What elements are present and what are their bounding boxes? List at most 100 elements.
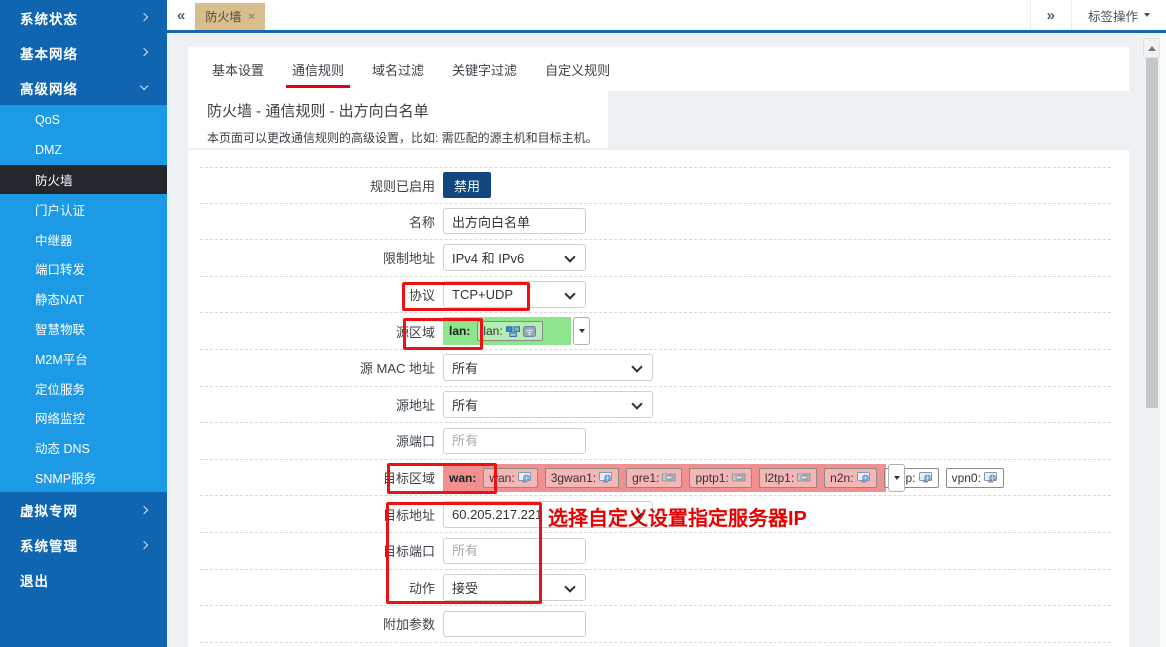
sidebar-item-qos[interactable]: QoS bbox=[0, 105, 167, 135]
dest-zone-dropdown-button[interactable] bbox=[888, 464, 905, 492]
source-address-select[interactable]: 所有 bbox=[443, 391, 653, 418]
close-tab-icon[interactable]: × bbox=[248, 11, 254, 23]
content-area: 基本设置通信规则域名过滤关键字过滤自定义规则 防火墙 - 通信规则 - 出方向白… bbox=[167, 33, 1166, 647]
open-tab-firewall[interactable]: 防火墙 × bbox=[195, 3, 264, 30]
tab-关键字过滤[interactable]: 关键字过滤 bbox=[452, 47, 517, 91]
sidebar-item-label: 中继器 bbox=[35, 230, 73, 249]
zone-tag-label: n2n: bbox=[830, 471, 853, 485]
scrollbar-thumb[interactable] bbox=[1146, 58, 1158, 408]
sidebar-item-m2m平台[interactable]: M2M平台 bbox=[0, 343, 167, 373]
chevron-down-icon bbox=[564, 581, 575, 592]
selected-value: 接受 bbox=[452, 578, 478, 597]
sidebar-item-snmp服务[interactable]: SNMP服务 bbox=[0, 463, 167, 493]
sidebar-item-基本网络[interactable]: 基本网络 bbox=[0, 35, 167, 70]
chevron-down-icon bbox=[564, 252, 575, 263]
tab-域名过滤[interactable]: 域名过滤 bbox=[372, 47, 424, 91]
page-title: 防火墙 - 通信规则 - 出方向白名单 bbox=[207, 100, 608, 121]
firewall-admin-page: 系统状态基本网络高级网络 QoS DMZ 防火墙门户认证中继器端口转发静态NAT智慧物… bbox=[0, 0, 1166, 647]
sidebar-item-系统管理[interactable]: 系统管理 bbox=[0, 527, 167, 562]
form-row-source-mac: 源 MAC 地址所有 bbox=[200, 350, 1111, 387]
field-label-source-address: 源地址 bbox=[200, 395, 435, 414]
sidebar-item-退出[interactable]: 退出 bbox=[0, 562, 167, 597]
zone-tag-3gwan1[interactable]: 3gwan1: bbox=[545, 468, 619, 488]
collapse-tabs-right-icon[interactable]: » bbox=[1030, 0, 1072, 30]
form-row-source-port: 源端口 bbox=[200, 423, 1111, 460]
tab-label: 防火墙 bbox=[205, 8, 241, 25]
sidebar-item-dmz[interactable]: DMZ bbox=[0, 135, 167, 165]
form-row-dest-zone: 目标区域wan:wan:3gwan1:gre1:pptp1:l2tp1:n2n:… bbox=[200, 460, 1111, 497]
sidebar-item-label: DMZ bbox=[35, 143, 62, 157]
sidebar-item-label: 动态 DNS bbox=[35, 438, 90, 457]
chevron-down-icon bbox=[1144, 13, 1150, 17]
tunnel-icon bbox=[732, 472, 746, 483]
sidebar-item-label: 高级网络 bbox=[20, 78, 78, 98]
sidebar-item-防火墙[interactable]: 防火墙 bbox=[0, 165, 167, 195]
sidebar-item-智慧物联[interactable]: 智慧物联 bbox=[0, 314, 167, 344]
field-label-dest-port: 目标端口 bbox=[200, 541, 435, 560]
sidebar-item-label: 系统状态 bbox=[20, 8, 78, 28]
sidebar-item-label: 网络监控 bbox=[35, 408, 85, 427]
sidebar-item-高级网络[interactable]: 高级网络 bbox=[0, 70, 167, 105]
field-label-source-mac: 源 MAC 地址 bbox=[200, 358, 435, 377]
wifi-icon bbox=[523, 326, 537, 337]
sidebar-item-label: 退出 bbox=[20, 570, 49, 590]
rule-form-card: 规则已启用禁用名称限制地址IPv4 和 IPv6协议TCP+UDP源区域lan:… bbox=[188, 150, 1129, 647]
content-right-margin bbox=[1160, 33, 1166, 647]
zone-tag-lan[interactable]: lan: bbox=[477, 321, 542, 341]
lan-ports-icon bbox=[506, 326, 520, 337]
tab-actions-dropdown[interactable]: 标签操作 bbox=[1072, 0, 1166, 30]
source-zone-dropdown-button[interactable] bbox=[573, 317, 590, 345]
sidebar-item-label: 防火墙 bbox=[35, 170, 73, 189]
dest-port-input[interactable] bbox=[443, 538, 586, 564]
zone-tag-wan[interactable]: wan: bbox=[483, 468, 537, 488]
protocol-select[interactable]: TCP+UDP bbox=[443, 281, 586, 308]
rule-enabled-button[interactable]: 禁用 bbox=[443, 172, 491, 198]
sidebar-item-定位服务[interactable]: 定位服务 bbox=[0, 373, 167, 403]
selected-value: TCP+UDP bbox=[452, 287, 513, 302]
tab-自定义规则[interactable]: 自定义规则 bbox=[545, 47, 610, 91]
action-select[interactable]: 接受 bbox=[443, 574, 586, 601]
zone-name-label: wan: bbox=[449, 471, 476, 485]
zone-tag-l2tp1[interactable]: l2tp1: bbox=[759, 468, 817, 488]
selected-value: 60.205.217.221 bbox=[452, 507, 542, 522]
zone-tag-label: l2tp1: bbox=[765, 471, 794, 485]
tab-通信规则[interactable]: 通信规则 bbox=[292, 47, 344, 91]
sidebar-item-动态-dns[interactable]: 动态 DNS bbox=[0, 433, 167, 463]
selected-value: 所有 bbox=[452, 358, 478, 377]
sidebar-item-虚拟专网[interactable]: 虚拟专网 bbox=[0, 492, 167, 527]
sidebar-item-端口转发[interactable]: 端口转发 bbox=[0, 254, 167, 284]
sidebar-item-网络监控[interactable]: 网络监控 bbox=[0, 403, 167, 433]
tab-基本设置[interactable]: 基本设置 bbox=[212, 47, 264, 91]
restrict-address-select[interactable]: IPv4 和 IPv6 bbox=[443, 244, 586, 271]
zone-tag-label: wan: bbox=[489, 471, 514, 485]
extra-args-input[interactable] bbox=[443, 611, 586, 637]
sidebar-item-label: M2M平台 bbox=[35, 349, 88, 368]
triangle-down-icon bbox=[894, 476, 900, 480]
zone-tag-n2n[interactable]: n2n: bbox=[824, 468, 876, 488]
sidebar-item-系统状态[interactable]: 系统状态 bbox=[0, 0, 167, 35]
field-label-protocol: 协议 bbox=[200, 285, 435, 304]
sidebar-item-label: 基本网络 bbox=[20, 43, 78, 63]
sidebar-item-门户认证[interactable]: 门户认证 bbox=[0, 194, 167, 224]
sidebar-item-中继器[interactable]: 中继器 bbox=[0, 224, 167, 254]
dest-address-select[interactable]: 60.205.217.221 bbox=[443, 501, 653, 528]
field-label-rule-enabled: 规则已启用 bbox=[200, 176, 435, 195]
scroll-up-button[interactable] bbox=[1143, 38, 1160, 58]
name-input[interactable] bbox=[443, 208, 586, 234]
sidebar-item-label: 定位服务 bbox=[35, 379, 85, 398]
selected-value: 所有 bbox=[452, 395, 478, 414]
sidebar-item-静态nat[interactable]: 静态NAT bbox=[0, 284, 167, 314]
source-port-input[interactable] bbox=[443, 428, 586, 454]
collapse-tabs-left-icon[interactable]: « bbox=[167, 0, 195, 30]
chevron-down-icon bbox=[140, 82, 149, 91]
source-mac-select[interactable]: 所有 bbox=[443, 354, 653, 381]
zone-tag-vpn0[interactable]: vpn0: bbox=[946, 468, 1004, 488]
zone-tag-label: lan: bbox=[483, 324, 502, 338]
zone-tag-label: gre1: bbox=[632, 471, 659, 485]
zone-tag-pptp1[interactable]: pptp1: bbox=[689, 468, 751, 488]
dest-zone-field: wan:wan:3gwan1:gre1:pptp1:l2tp1:n2n:eoip… bbox=[443, 464, 886, 492]
zone-tag-gre1[interactable]: gre1: bbox=[626, 468, 682, 488]
host-icon bbox=[984, 472, 998, 483]
tab-actions-label: 标签操作 bbox=[1088, 6, 1138, 25]
sidebar: 系统状态基本网络高级网络 QoS DMZ 防火墙门户认证中继器端口转发静态NAT智慧物… bbox=[0, 0, 167, 647]
